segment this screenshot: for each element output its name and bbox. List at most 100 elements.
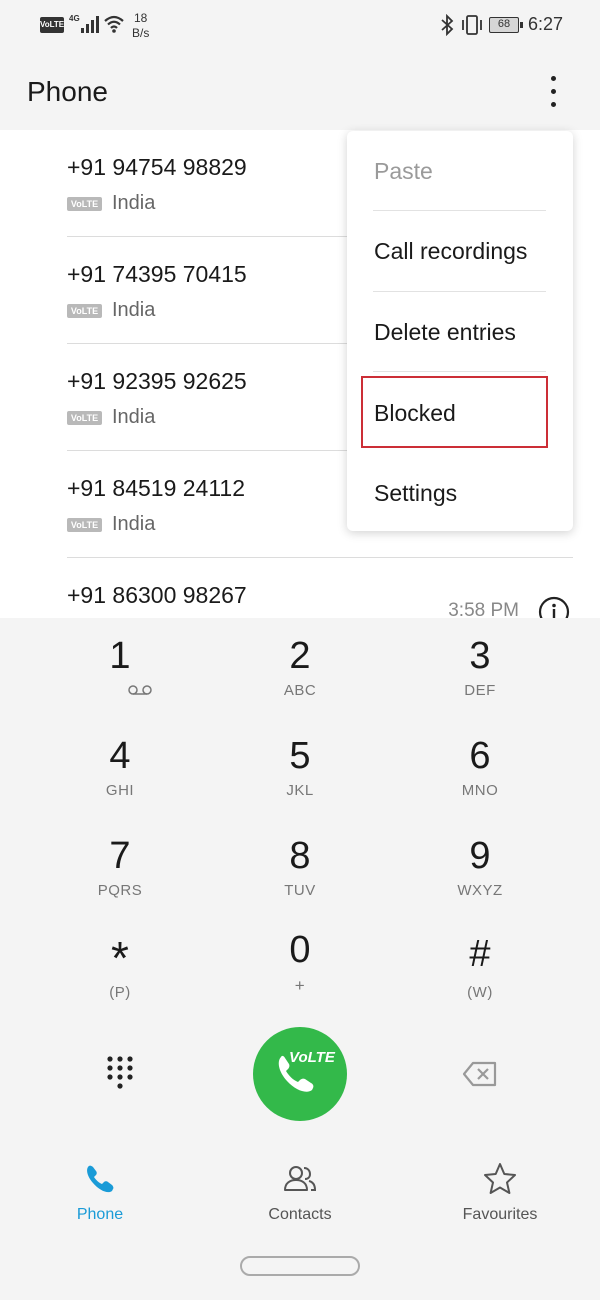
dialpad-key-2[interactable]: 2 ABC (200, 618, 400, 718)
more-vertical-icon-dot (551, 89, 556, 94)
call-meta: VoLTE India (67, 406, 155, 429)
signal-icon (81, 16, 99, 33)
menu-item-label: Paste (374, 158, 433, 184)
bluetooth-icon (441, 14, 454, 36)
menu-item-settings[interactable]: Settings (347, 453, 573, 533)
volte-badge: VoLTE (67, 517, 102, 532)
call-location: India (112, 299, 156, 321)
nav-tab-favourites[interactable]: Favourites (400, 1146, 600, 1236)
call-number: +91 86300 98267 (67, 582, 247, 608)
call-button[interactable]: VoLTE (253, 1027, 347, 1121)
key-digit: * (111, 932, 129, 984)
key-letters: (P) (109, 984, 131, 1001)
backspace-icon[interactable] (462, 1061, 498, 1087)
key-letters: JKL (286, 782, 314, 799)
key-digit: 5 (289, 735, 311, 777)
dialpad-key-5[interactable]: 5 JKL (200, 718, 400, 818)
nav-tab-phone[interactable]: Phone (0, 1146, 200, 1236)
dialpad-key-1[interactable]: 1 (20, 618, 220, 718)
call-number: +91 74395 70415 (67, 261, 247, 287)
volte-status-badge: VoLTE (40, 17, 64, 33)
voicemail-icon (128, 685, 152, 695)
call-time: 3:58 PM (448, 600, 519, 618)
network-type-label: 4G (69, 14, 80, 23)
phone-icon (87, 1165, 114, 1193)
call-log-row[interactable]: +91 86300 98267 3:58 PM (67, 558, 573, 618)
call-meta: VoLTE India (67, 513, 155, 536)
call-number: +91 92395 92625 (67, 368, 247, 394)
home-indicator[interactable] (240, 1256, 360, 1276)
more-vertical-icon-dot (551, 102, 556, 107)
wifi-icon (104, 15, 124, 33)
network-speed-unit: B/s (132, 26, 150, 40)
menu-item-label: Call recordings (374, 238, 528, 264)
key-letters: MNO (461, 782, 499, 799)
call-number: +91 84519 24112 (67, 475, 246, 501)
menu-item-call-recordings[interactable]: Call recordings (347, 211, 573, 291)
dialpad-key-star[interactable]: * (P) (20, 918, 220, 1018)
call-location: India (112, 192, 156, 214)
blocked-highlight-box (361, 376, 548, 448)
dialpad-toggle-icon[interactable] (105, 1054, 135, 1094)
nav-label: Favourites (462, 1206, 538, 1223)
menu-item-delete-entries[interactable]: Delete entries (347, 292, 573, 372)
dialpad-key-hash[interactable]: # (W) (380, 918, 580, 1018)
dialpad-key-0[interactable]: 0 + (200, 918, 400, 1018)
key-digit: 6 (469, 735, 491, 777)
call-number: +91 94754 98829 (67, 154, 247, 180)
nav-tab-contacts[interactable]: Contacts (200, 1146, 400, 1236)
dialpad-key-6[interactable]: 6 MNO (380, 718, 580, 818)
star-icon (484, 1163, 516, 1194)
key-letters: (W) (467, 984, 493, 1001)
more-options-button[interactable] (538, 72, 568, 112)
key-digit: 3 (469, 635, 491, 677)
dialpad-key-3[interactable]: 3 DEF (380, 618, 580, 718)
key-letters: WXYZ (457, 882, 503, 899)
network-speed-value: 18 (133, 11, 148, 25)
call-meta: VoLTE India (67, 192, 155, 215)
menu-item-label: Settings (374, 480, 458, 506)
vibrate-icon (462, 15, 482, 35)
nav-label: Contacts (268, 1206, 332, 1223)
key-digit: 1 (109, 635, 131, 677)
call-location: India (112, 406, 156, 428)
status-bar: VoLTE 4G 18 B/s 68 6:27 (0, 0, 600, 52)
battery-icon: 68 (489, 17, 523, 33)
volte-badge: VoLTE (67, 410, 102, 425)
key-letters: DEF (464, 682, 496, 699)
status-time: 6:27 (528, 14, 564, 34)
overflow-menu: Paste Call recordings Delete entries Blo… (347, 131, 573, 531)
menu-item-paste[interactable]: Paste (347, 131, 573, 211)
nav-label: Phone (76, 1206, 124, 1223)
call-meta: VoLTE India (67, 299, 155, 322)
menu-divider (373, 371, 546, 372)
key-digit: 7 (109, 835, 131, 877)
key-letters: ABC (283, 682, 317, 699)
more-vertical-icon (551, 76, 556, 81)
contacts-icon (284, 1166, 317, 1191)
dialpad: 1 2 ABC 3 DEF 4 GHI 5 JKL 6 MNO 7 PQRS 8… (0, 618, 600, 1146)
dialpad-key-9[interactable]: 9 WXYZ (380, 818, 580, 918)
call-location: India (112, 513, 156, 535)
key-digit: 4 (109, 735, 131, 777)
volte-badge: VoLTE (67, 303, 102, 318)
key-digit: 0 (289, 929, 311, 971)
dialpad-key-4[interactable]: 4 GHI (20, 718, 220, 818)
key-letters: TUV (284, 882, 316, 899)
key-digit: # (469, 933, 491, 975)
volte-badge: VoLTE (67, 196, 102, 211)
key-letters: GHI (105, 782, 135, 799)
key-letters: + (294, 976, 306, 995)
key-digit: 2 (289, 635, 311, 677)
key-digit: 9 (469, 835, 491, 877)
key-digit: 8 (289, 835, 311, 877)
call-button-label: VoLTE (289, 1049, 335, 1066)
app-header: Phone (0, 52, 600, 130)
bottom-nav: Phone Contacts Favourites (0, 1146, 600, 1300)
dialpad-key-8[interactable]: 8 TUV (200, 818, 400, 918)
info-icon[interactable] (538, 596, 570, 618)
key-letters: PQRS (97, 882, 143, 899)
menu-item-label: Delete entries (374, 319, 516, 345)
dialpad-action-row: VoLTE (0, 1018, 600, 1128)
dialpad-key-7[interactable]: 7 PQRS (20, 818, 220, 918)
